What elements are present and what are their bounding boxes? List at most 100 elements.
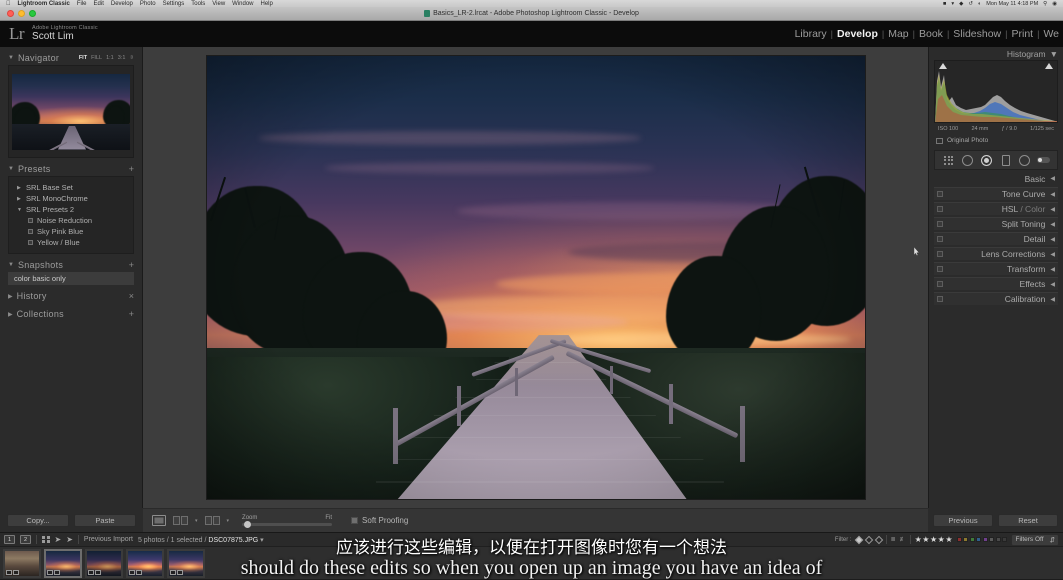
copy-button[interactable]: Copy...	[7, 514, 69, 527]
chevron-icon[interactable]: ◀	[1050, 266, 1055, 273]
plus-icon[interactable]: +	[129, 164, 134, 174]
flag-unflagged-icon[interactable]	[864, 535, 872, 543]
menu-photo[interactable]: Photo	[140, 1, 156, 7]
preset-group-srl-base-set[interactable]: ▶ SRL Base Set	[9, 182, 133, 193]
soft-proofing-toggle[interactable]: Soft Proofing	[351, 516, 408, 525]
color-label-swatches[interactable]	[957, 537, 1008, 542]
checkbox-icon[interactable]	[936, 138, 943, 144]
module-library[interactable]: Library	[795, 28, 827, 40]
screen-mode-1-button[interactable]: 1	[4, 535, 15, 544]
triangle-right-icon[interactable]: ▶	[8, 293, 13, 300]
module-print[interactable]: Print	[1012, 28, 1034, 40]
zoom-slider-group[interactable]: Zoom Fit	[242, 515, 332, 526]
control-center-icon[interactable]: ◉	[1052, 1, 1057, 7]
chevron-icon[interactable]: ◀	[1050, 251, 1055, 258]
battery-icon[interactable]: ■	[943, 1, 946, 7]
module-map[interactable]: Map	[888, 28, 908, 40]
reset-button[interactable]: Reset	[998, 514, 1058, 527]
zoom-1-1[interactable]: 1:1	[106, 55, 114, 61]
paste-button[interactable]: Paste	[74, 514, 136, 527]
preset-item-sky-pink-blue[interactable]: Sky Pink Blue	[9, 226, 133, 237]
develop-photo[interactable]	[207, 56, 865, 499]
adjustment-brush-icon[interactable]	[1037, 154, 1050, 167]
wifi-icon[interactable]: ▾	[951, 1, 954, 7]
loupe-view-icon[interactable]	[152, 515, 166, 526]
preset-group-srl-monochrome[interactable]: ▶ SRL MonoChrome	[9, 193, 133, 204]
module-web[interactable]: We	[1043, 28, 1059, 40]
menubar-clock[interactable]: Mon May 11 4:18 PM	[986, 1, 1038, 7]
preset-item-yellow-blue[interactable]: Yellow / Blue	[9, 237, 133, 248]
search-icon[interactable]: ⚲	[1043, 1, 1047, 7]
zoom-3-1[interactable]: 3:1	[118, 55, 126, 61]
navigator-header[interactable]: ▼ Navigator FIT FILL 1:1 3:1 ⇳	[8, 51, 134, 65]
zoom-fill[interactable]: FILL	[91, 55, 102, 61]
snapshots-header[interactable]: ▼ Snapshots +	[8, 258, 134, 272]
triangle-right-icon[interactable]: ▶	[17, 196, 22, 202]
section-switch-icon[interactable]	[937, 221, 943, 227]
section-switch-icon[interactable]	[937, 236, 943, 242]
preset-group-srl-presets-2[interactable]: ▼ SRL Presets 2	[9, 204, 133, 215]
triangle-right-icon[interactable]: ▶	[8, 311, 13, 318]
flag-pick-icon[interactable]	[854, 535, 862, 543]
section-switch-icon[interactable]	[937, 251, 943, 257]
plus-icon[interactable]: +	[129, 309, 134, 319]
sort-descending-icon[interactable]: ≢	[900, 537, 906, 543]
collections-header[interactable]: ▶ Collections +	[8, 307, 134, 321]
section-transform[interactable]: Transform ◀	[934, 262, 1058, 275]
section-detail[interactable]: Detail ◀	[934, 232, 1058, 245]
section-hsl-color[interactable]: HSL / Color ◀	[934, 202, 1058, 215]
histogram-header[interactable]: Histogram ▼	[934, 47, 1058, 60]
module-book[interactable]: Book	[919, 28, 943, 40]
histogram-graph[interactable]	[934, 60, 1058, 123]
triangle-down-icon[interactable]: ▼	[8, 166, 14, 172]
section-effects[interactable]: Effects ◀	[934, 277, 1058, 290]
screen-mode-2-button[interactable]: 2	[20, 535, 31, 544]
compare-view-icon[interactable]	[205, 516, 220, 525]
section-split-toning[interactable]: Split Toning ◀	[934, 217, 1058, 230]
zoom-slider-track[interactable]	[242, 523, 332, 526]
chevron-down-icon[interactable]: ▾	[227, 518, 230, 524]
sort-icon[interactable]: ≣	[891, 536, 896, 543]
filmstrip-thumb-2[interactable]	[44, 549, 82, 578]
previous-button[interactable]: Previous	[933, 514, 993, 527]
section-tone-curve[interactable]: Tone Curve ◀	[934, 187, 1058, 200]
chevron-icon[interactable]: ◀	[1050, 236, 1055, 243]
close-icon[interactable]: ×	[129, 291, 134, 301]
section-basic[interactable]: Basic ◀	[934, 172, 1058, 185]
chevron-down-icon[interactable]: ▾	[195, 518, 198, 524]
red-eye-icon[interactable]	[980, 154, 993, 167]
section-switch-icon[interactable]	[937, 266, 943, 272]
chevron-icon[interactable]: ◀	[1050, 221, 1055, 228]
current-filename[interactable]: DSC07875.JPG	[208, 537, 258, 544]
filmstrip-thumb-3[interactable]	[85, 549, 123, 578]
section-calibration[interactable]: Calibration ◀	[934, 292, 1058, 305]
module-slideshow[interactable]: Slideshow	[953, 28, 1001, 40]
module-develop[interactable]: Develop	[837, 28, 878, 40]
section-switch-icon[interactable]	[937, 296, 943, 302]
bluetooth-icon[interactable]: ◆	[959, 1, 963, 7]
original-photo-toggle[interactable]: Original Photo	[934, 134, 1058, 147]
triangle-down-icon[interactable]: ▼	[17, 207, 22, 213]
apple-icon[interactable]: 	[6, 1, 11, 7]
chevron-icon[interactable]: ◀	[1050, 206, 1055, 213]
section-lens-corrections[interactable]: Lens Corrections ◀	[934, 247, 1058, 260]
history-header[interactable]: ▶ History ×	[8, 289, 134, 303]
filters-off-dropdown[interactable]: Filters Off ⇵	[1011, 534, 1059, 546]
section-switch-icon[interactable]	[937, 281, 943, 287]
filmstrip-thumb-4[interactable]	[126, 549, 164, 578]
grid-view-icon[interactable]	[42, 536, 50, 544]
plus-icon[interactable]: +	[129, 260, 134, 270]
before-after-icon[interactable]	[173, 516, 188, 525]
image-canvas[interactable]	[143, 47, 928, 508]
filmstrip-source[interactable]: Previous Import	[84, 536, 133, 543]
checkbox-icon[interactable]	[351, 517, 358, 524]
rating-stars[interactable]: ★★★★★	[915, 535, 953, 544]
filmstrip-thumb-1[interactable]	[3, 549, 41, 578]
filmstrip-thumb-5[interactable]	[167, 549, 205, 578]
section-switch-icon[interactable]	[937, 191, 943, 197]
menu-view[interactable]: View	[212, 1, 225, 7]
menu-app-name[interactable]: Lightroom Classic	[18, 1, 70, 7]
chevron-icon[interactable]: ◀	[1050, 281, 1055, 288]
menu-help[interactable]: Help	[261, 1, 273, 7]
stepper-icon[interactable]: ⇳	[129, 55, 134, 61]
